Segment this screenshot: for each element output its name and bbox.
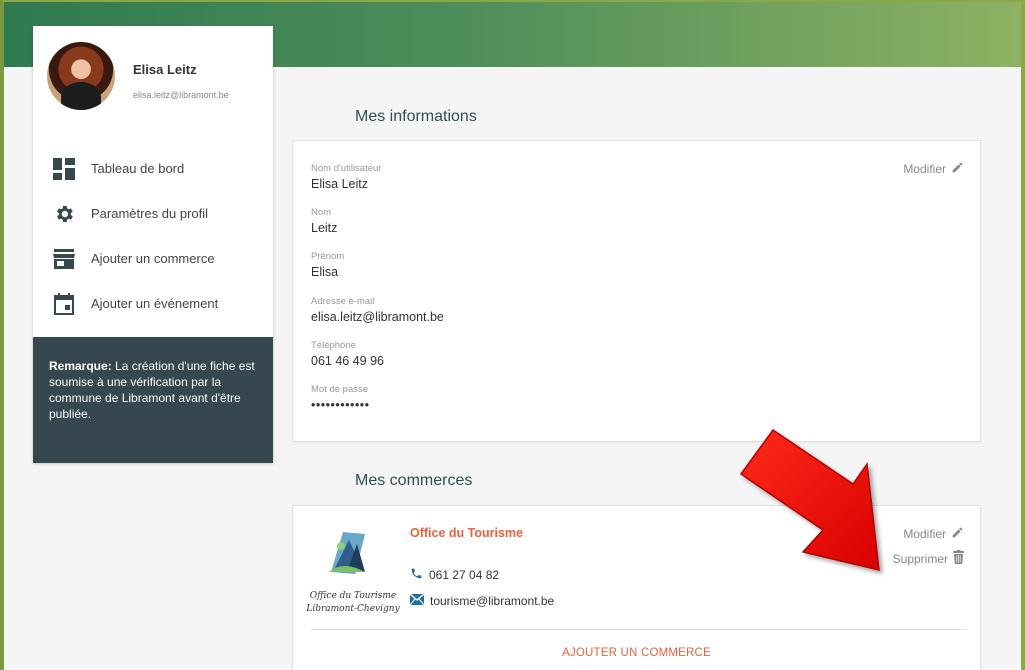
sidebar: Elisa Leitz elisa.leitz@libramont.be Tab…	[33, 26, 273, 463]
field-firstname: Prénom Elisa	[311, 251, 344, 279]
sidebar-menu: Tableau de bord Paramètres du profil Ajo…	[33, 146, 273, 326]
field-value: 061 46 49 96	[311, 354, 384, 368]
office-tourisme-logo: Office du Tourisme Libramont-Chevigny	[303, 522, 403, 614]
field-username: Nom d'utilisateur Elisa Leitz	[311, 163, 381, 191]
sidebar-item-add-event[interactable]: Ajouter un événement	[33, 281, 273, 326]
sidebar-item-label: Ajouter un commerce	[91, 251, 215, 266]
field-lastname: Nom Leitz	[311, 207, 337, 235]
envelope-icon	[409, 593, 425, 608]
divider	[311, 629, 966, 630]
field-email: Adresse e-mail elisa.leitz@libramont.be	[311, 296, 444, 324]
field-phone: Téléphone 061 46 49 96	[311, 340, 384, 368]
commerce-name[interactable]: Office du Tourisme	[410, 526, 523, 540]
store-icon	[53, 248, 75, 270]
field-label: Nom	[311, 207, 332, 218]
field-password: Mot de passe ••••••••••••	[311, 384, 370, 412]
profile-email: elisa.leitz@libramont.be	[133, 90, 229, 100]
commerce-email: tourisme@libramont.be	[409, 593, 555, 608]
logo-text-line1: Office du Tourisme	[309, 591, 397, 601]
logo-text-line2: Libramont-Chevigny	[306, 604, 400, 614]
phone-value: 061 27 04 82	[429, 568, 500, 582]
field-value: Elisa Leitz	[311, 177, 368, 191]
info-card: Modifier Nom d'utilisateur Elisa Leitz N…	[292, 140, 981, 442]
app-frame: Elisa Leitz elisa.leitz@libramont.be Tab…	[0, 0, 1025, 670]
field-label: Mot de passe	[311, 384, 369, 395]
field-value: elisa.leitz@libramont.be	[311, 310, 444, 324]
field-label: Téléphone	[311, 340, 356, 351]
commerces-section-title: Mes commerces	[355, 472, 473, 489]
profile-header: Elisa Leitz elisa.leitz@libramont.be	[47, 42, 262, 112]
edit-info-button[interactable]: Modifier	[903, 161, 964, 177]
sidebar-item-add-commerce[interactable]: Ajouter un commerce	[33, 236, 273, 281]
profile-name: Elisa Leitz	[133, 62, 197, 77]
note-label: Remarque:	[49, 359, 112, 373]
edit-label: Modifier	[903, 162, 946, 176]
annotation-arrow-icon	[739, 428, 880, 571]
calendar-icon	[53, 292, 75, 315]
field-value: Leitz	[311, 221, 338, 235]
dashboard-icon	[53, 157, 75, 180]
sidebar-item-profile-settings[interactable]: Paramètres du profil	[33, 191, 273, 236]
field-value: Elisa	[311, 265, 339, 279]
phone-icon	[410, 567, 423, 583]
sidebar-item-label: Paramètres du profil	[91, 206, 209, 221]
add-commerce-button[interactable]: AJOUTER UN COMMERCE	[293, 647, 980, 659]
avatar	[47, 42, 115, 110]
pencil-icon	[951, 161, 964, 177]
sidebar-item-dashboard[interactable]: Tableau de bord	[33, 146, 273, 191]
logo-graphic	[329, 532, 365, 574]
info-section-title: Mes informations	[355, 108, 477, 125]
email-value: tourisme@libramont.be	[430, 594, 555, 608]
sidebar-item-label: Ajouter un événement	[91, 296, 219, 311]
verification-note: Remarque: La création d'une fiche est so…	[33, 337, 273, 463]
gear-icon	[53, 203, 75, 225]
field-label: Prénom	[311, 251, 345, 262]
sidebar-item-label: Tableau de bord	[91, 161, 185, 176]
field-label: Adresse e-mail	[311, 296, 375, 307]
field-label: Nom d'utilisateur	[311, 163, 382, 174]
commerce-phone: 061 27 04 82	[410, 567, 499, 583]
field-value: ••••••••••••	[311, 398, 370, 412]
